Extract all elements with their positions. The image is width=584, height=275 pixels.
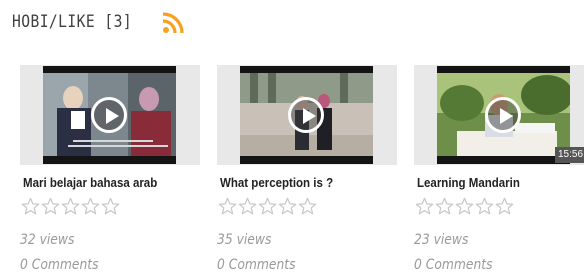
play-icon[interactable]	[288, 97, 324, 133]
star-icon[interactable]	[41, 197, 60, 216]
play-icon[interactable]	[91, 97, 127, 133]
star-icon[interactable]	[435, 197, 454, 216]
section-title: HOBI/LIKE [3]	[12, 12, 132, 32]
star-icon[interactable]	[258, 197, 277, 216]
view-count: 23 views	[414, 232, 469, 248]
star-icon[interactable]	[415, 197, 434, 216]
star-icon[interactable]	[81, 197, 100, 216]
video-title[interactable]: What perception is ?	[220, 176, 333, 190]
section-title-text: HOBI/LIKE	[12, 12, 96, 32]
view-count: 32 views	[20, 232, 75, 248]
rss-feed-icon[interactable]	[162, 12, 184, 34]
star-icon[interactable]	[495, 197, 514, 216]
star-icon[interactable]	[298, 197, 317, 216]
video-card: Mari belajar bahasa arab 32 views 0 Comm…	[20, 65, 200, 275]
star-icon[interactable]	[278, 197, 297, 216]
star-rating[interactable]	[21, 197, 120, 216]
video-duration-badge: 15:56	[555, 147, 584, 163]
star-icon[interactable]	[101, 197, 120, 216]
star-icon[interactable]	[455, 197, 474, 216]
video-thumbnail[interactable]	[20, 65, 200, 165]
star-icon[interactable]	[238, 197, 257, 216]
star-rating[interactable]	[415, 197, 514, 216]
video-card: 15:56 Learning Mandarin 23 views 0 Comme…	[414, 65, 584, 275]
star-icon[interactable]	[475, 197, 494, 216]
video-title[interactable]: Learning Mandarin	[417, 176, 520, 190]
star-rating[interactable]	[218, 197, 317, 216]
video-thumbnail[interactable]: 15:56	[414, 65, 584, 165]
section-count: [3]	[95, 12, 133, 32]
star-icon[interactable]	[218, 197, 237, 216]
comment-count-link[interactable]: 0 Comments	[20, 257, 99, 273]
view-count: 35 views	[217, 232, 272, 248]
comment-count-link[interactable]: 0 Comments	[414, 257, 493, 273]
video-title[interactable]: Mari belajar bahasa arab	[23, 176, 157, 190]
star-icon[interactable]	[61, 197, 80, 216]
section-header: HOBI/LIKE [3]	[12, 9, 184, 35]
play-icon[interactable]	[485, 97, 521, 133]
video-card: What perception is ? 35 views 0 Comments	[217, 65, 397, 275]
star-icon[interactable]	[21, 197, 40, 216]
video-thumbnail[interactable]	[217, 65, 397, 165]
comment-count-link[interactable]: 0 Comments	[217, 257, 296, 273]
